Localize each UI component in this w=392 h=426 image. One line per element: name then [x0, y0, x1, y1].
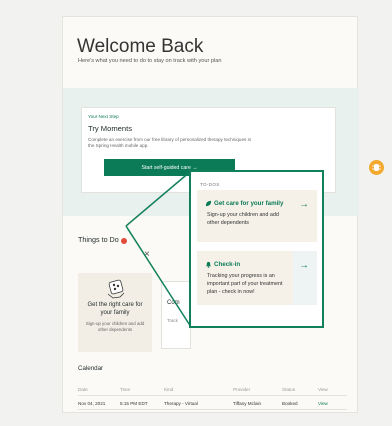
- leaf-icon: [205, 200, 212, 207]
- bug-report-icon[interactable]: [369, 160, 384, 175]
- todo-check-in-title: Check-in: [214, 261, 241, 268]
- todo-check-in[interactable]: Check-in Tracking your progress is an im…: [197, 251, 317, 305]
- todos-label: TO-DOS: [200, 182, 220, 187]
- todo-check-in-description: Tracking your progress is an important p…: [207, 273, 283, 295]
- todo-family-care-title: Get care for your family: [214, 200, 284, 207]
- todo-family-care-description: Sign-up your children and add other depe…: [207, 212, 279, 226]
- arrow-right-icon[interactable]: →: [299, 199, 309, 210]
- bell-icon: [205, 261, 212, 268]
- todos-popup: TO-DOS Get care for your family Sign-up …: [189, 170, 324, 328]
- arrow-right-icon[interactable]: →: [299, 260, 309, 271]
- todo-family-care[interactable]: Get care for your family Sign-up your ch…: [197, 190, 317, 242]
